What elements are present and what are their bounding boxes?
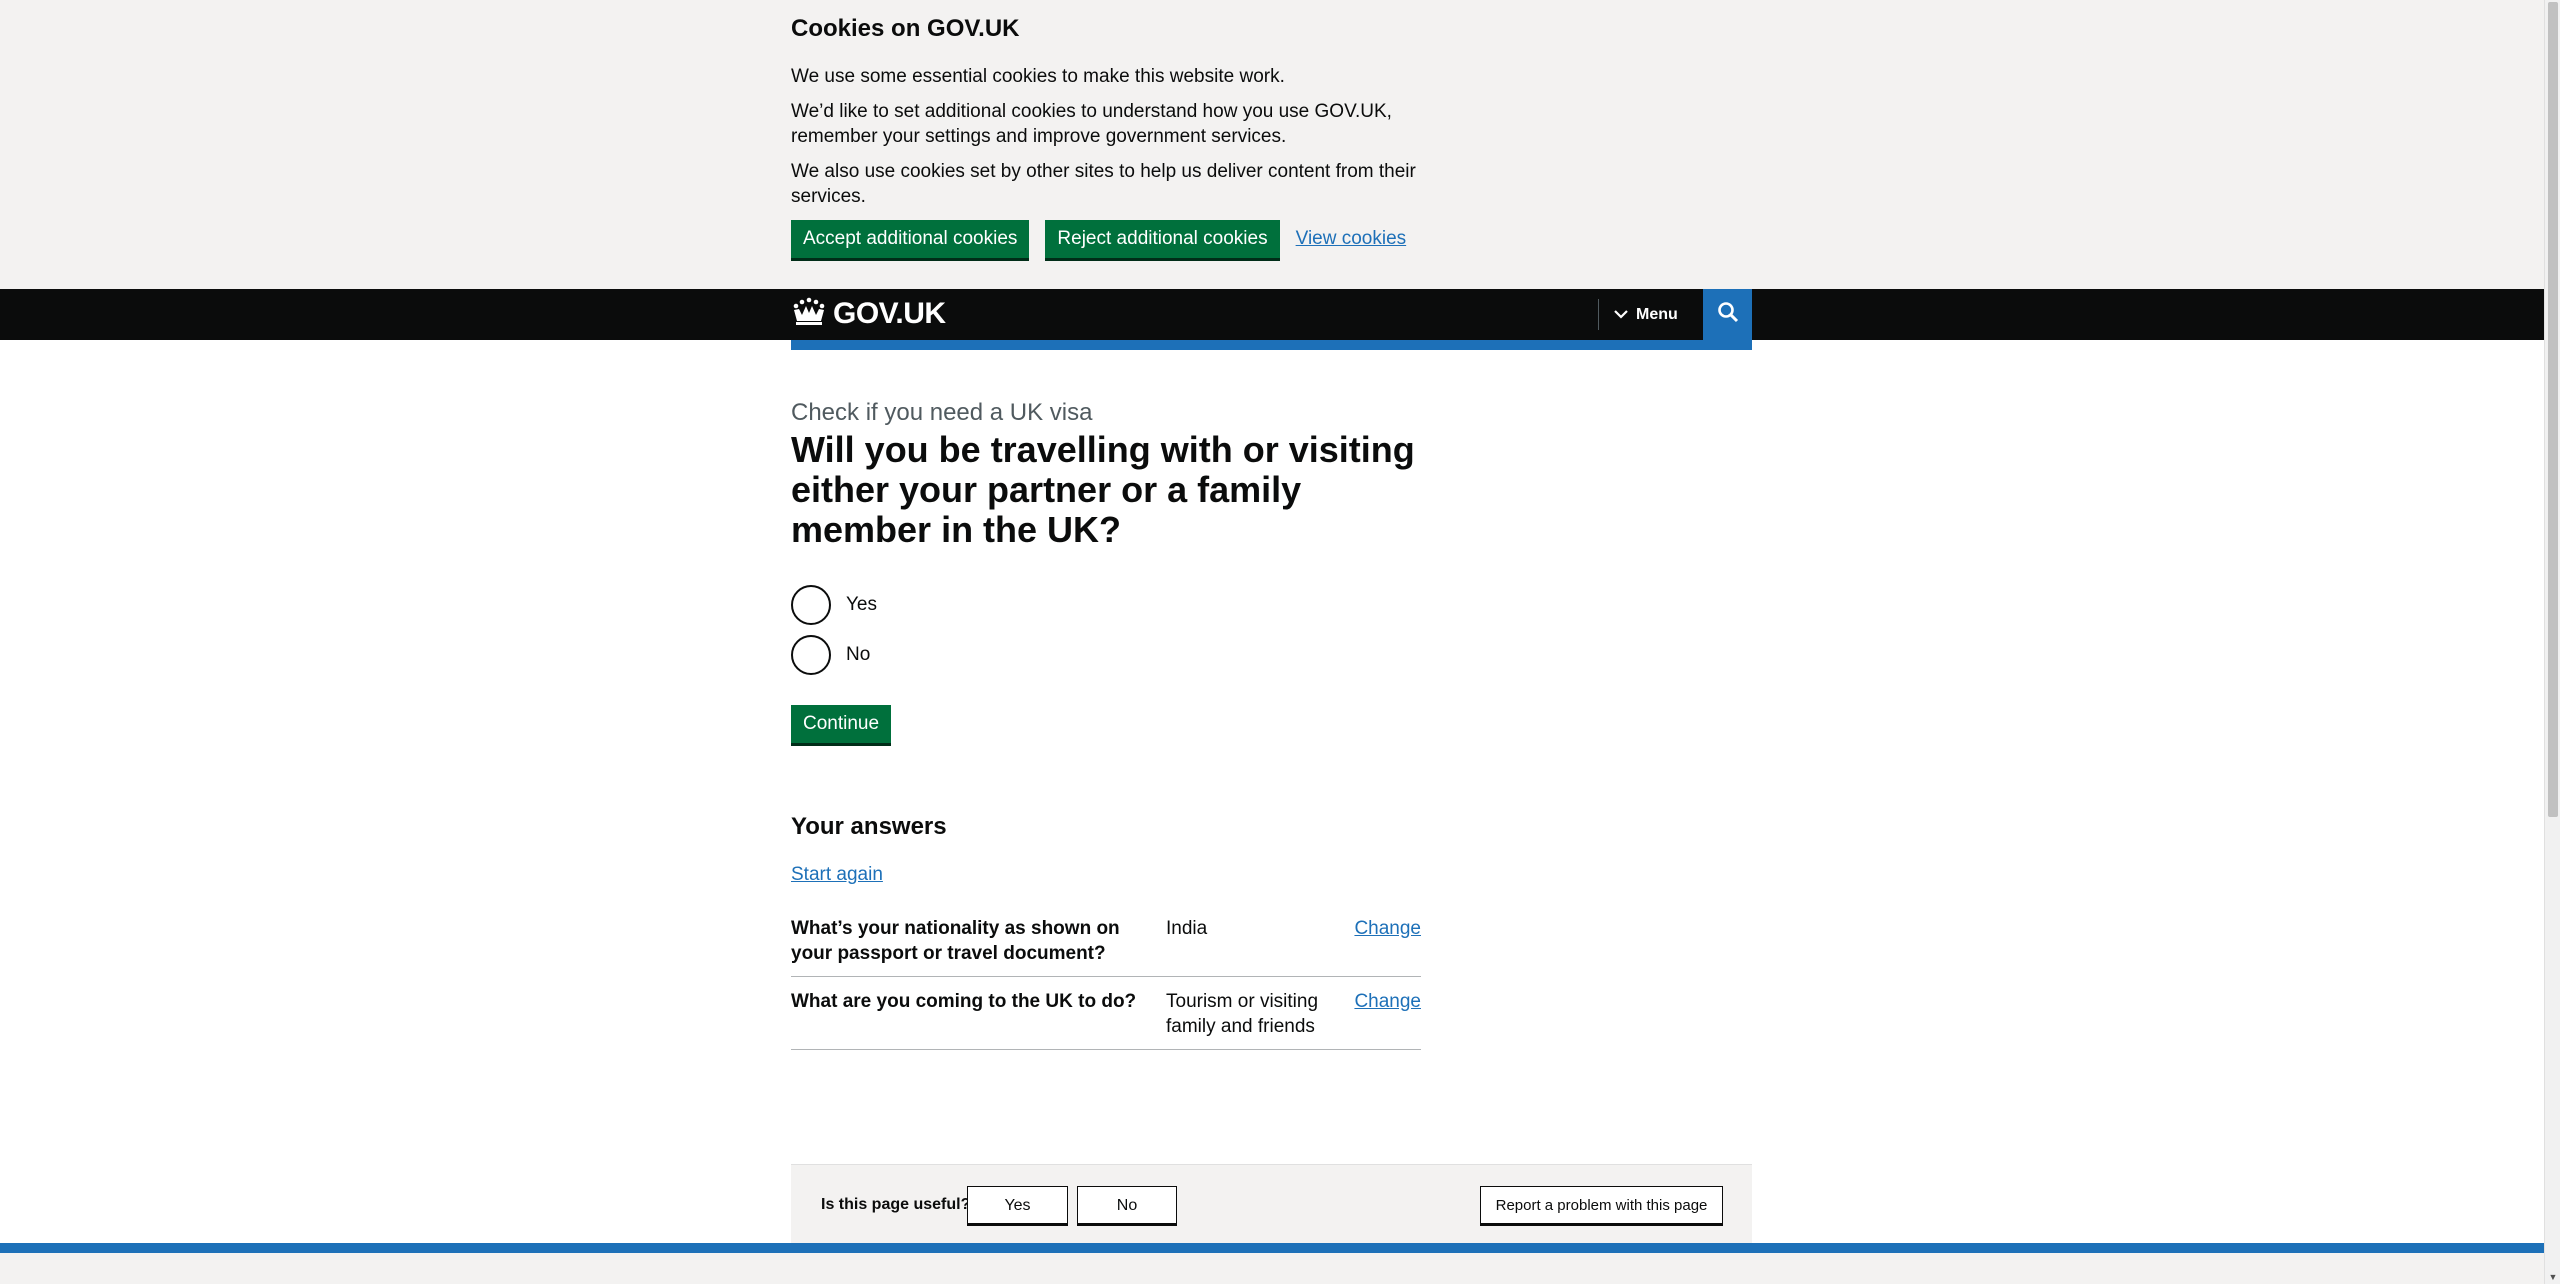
scrollbar-thumb[interactable] <box>2548 2 2558 817</box>
your-answers-heading: Your answers <box>791 813 947 840</box>
summary-question: What’s your nationality as shown on your… <box>791 918 1120 964</box>
cookie-banner-title: Cookies on GOV.UK <box>791 15 1020 42</box>
reject-cookies-button[interactable]: Reject additional cookies <box>1045 220 1280 258</box>
page: Cookies on GOV.UK We use some essential … <box>0 0 2544 1284</box>
accept-cookies-button[interactable]: Accept additional cookies <box>791 220 1030 258</box>
feedback-yes-button[interactable]: Yes <box>967 1186 1068 1224</box>
answers-summary-list: What’s your nationality as shown on your… <box>791 916 1421 1062</box>
feedback-bar: Is this page useful? Yes No Report a pro… <box>791 1164 1752 1244</box>
report-problem-button[interactable]: Report a problem with this page <box>1480 1186 1723 1224</box>
cookie-text-essential: We use some essential cookies to make th… <box>791 66 1285 87</box>
feedback-no-button[interactable]: No <box>1077 1186 1177 1224</box>
search-icon <box>1717 301 1739 328</box>
site-header: GOV.UK Menu <box>0 289 2544 340</box>
vertical-scrollbar[interactable]: ▼ <box>2544 0 2560 1284</box>
summary-action: Change <box>1331 916 1421 966</box>
cookie-actions: Accept additional cookies Reject additio… <box>791 220 1406 258</box>
crown-icon <box>791 297 827 332</box>
summary-question: What are you coming to the UK to do? <box>791 991 1137 1012</box>
scroll-down-arrow-icon[interactable]: ▼ <box>2548 1272 2558 1282</box>
page-caption: Check if you need a UK visa <box>791 399 1093 426</box>
question-block: Check if you need a UK visa Will you be … <box>791 398 1431 550</box>
summary-row: What are you coming to the UK to do? Tou… <box>791 989 1421 1050</box>
radio-option-yes[interactable]: Yes <box>791 585 877 625</box>
radio-button-yes[interactable] <box>791 585 831 625</box>
change-purpose-link[interactable]: Change <box>1354 991 1421 1012</box>
radio-label-yes: Yes <box>846 594 877 615</box>
start-again-link[interactable]: Start again <box>791 862 883 887</box>
chevron-down-icon <box>1614 306 1628 324</box>
summary-answer: India <box>1166 918 1208 939</box>
radio-button-no[interactable] <box>791 635 831 675</box>
cookie-banner-content: Cookies on GOV.UK We use some essential … <box>791 14 1431 219</box>
continue-button[interactable]: Continue <box>791 705 892 743</box>
radio-option-no[interactable]: No <box>791 635 877 675</box>
govuk-logo[interactable]: GOV.UK <box>791 296 946 332</box>
menu-divider <box>1598 299 1599 330</box>
radio-group: Yes No <box>791 585 877 685</box>
page-title: Will you be travelling with or visiting … <box>791 429 1415 550</box>
change-nationality-link[interactable]: Change <box>1354 918 1421 939</box>
menu-label: Menu <box>1636 305 1678 323</box>
feedback-question: Is this page useful? <box>821 1196 971 1213</box>
summary-action: Change <box>1331 989 1421 1039</box>
summary-answer: Tourism or visiting family and friends <box>1166 991 1319 1037</box>
view-cookies-link[interactable]: View cookies <box>1296 228 1407 250</box>
cookie-banner: Cookies on GOV.UK We use some essential … <box>0 0 2544 289</box>
cookie-text-additional: We’d like to set additional cookies to u… <box>791 101 1392 147</box>
menu-button[interactable]: Menu <box>1614 289 1678 340</box>
footer <box>0 1253 2544 1284</box>
summary-row: What’s your nationality as shown on your… <box>791 916 1421 977</box>
search-button[interactable] <box>1703 289 1752 340</box>
logo-text: GOV.UK <box>833 297 946 330</box>
radio-label-no: No <box>846 644 871 665</box>
cookie-text-third-party: We also use cookies set by other sites t… <box>791 161 1416 207</box>
header-accent-bar <box>791 340 1752 350</box>
footer-accent-bar <box>0 1243 2544 1253</box>
